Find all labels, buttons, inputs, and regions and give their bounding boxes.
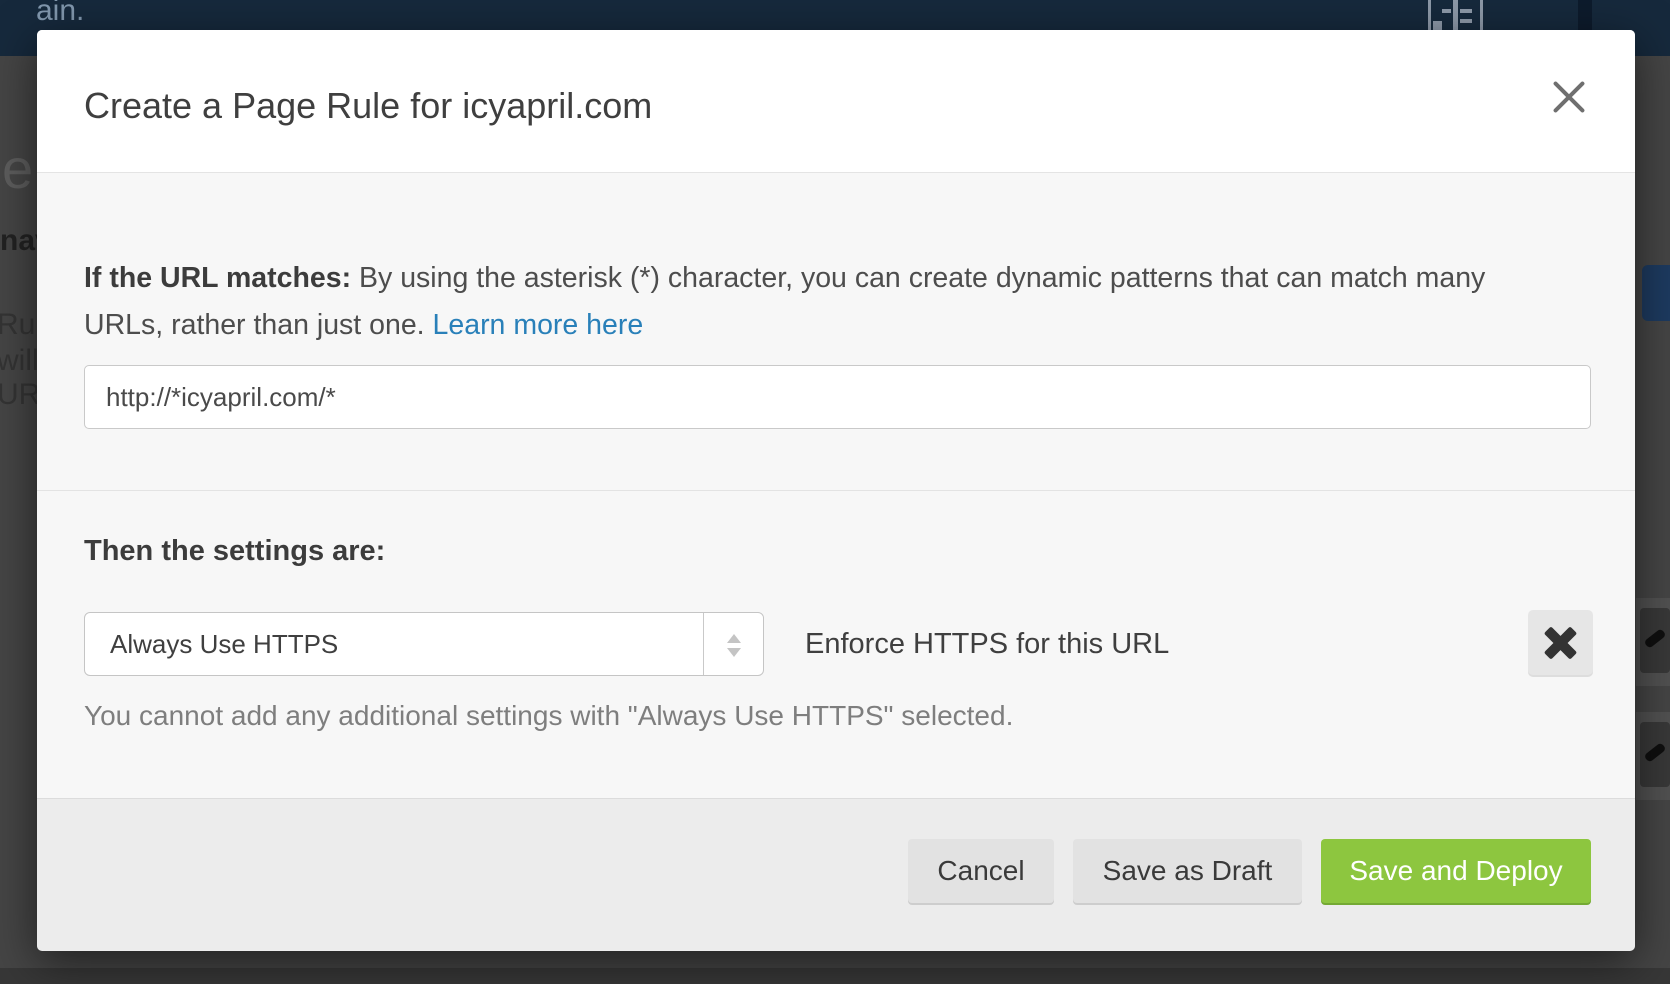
chevron-up-icon [727, 634, 741, 643]
settings-heading: Then the settings are: [84, 535, 385, 568]
save-and-deploy-button[interactable]: Save and Deploy [1321, 839, 1591, 903]
url-match-description: If the URL matches: By using the asteris… [84, 255, 1514, 349]
background-text-fragment: Ru [0, 308, 35, 342]
background-blue-button-fragment [1642, 265, 1670, 321]
save-as-draft-button[interactable]: Save as Draft [1073, 839, 1302, 903]
setting-description: Enforce HTTPS for this URL [805, 612, 1169, 676]
delete-x-icon [1542, 624, 1579, 661]
background-row-fragment [1636, 598, 1670, 686]
background-text-fragment: UR [0, 378, 40, 412]
modal-footer: Cancel Save as Draft Save and Deploy [37, 798, 1635, 951]
learn-more-link[interactable]: Learn more here [433, 309, 644, 341]
setting-select-value: Always Use HTTPS [110, 613, 338, 675]
close-icon[interactable] [1551, 79, 1587, 115]
background-row-fragment [1636, 712, 1670, 800]
setting-select[interactable]: Always Use HTTPS [84, 612, 764, 676]
background-bottom-band [0, 968, 1670, 984]
select-spinner[interactable] [703, 613, 763, 675]
chevron-down-icon [727, 648, 741, 657]
setting-helper-text: You cannot add any additional settings w… [84, 700, 1013, 732]
section-divider [37, 490, 1635, 491]
url-match-label: If the URL matches: [84, 262, 351, 294]
background-text-fragment: will [0, 344, 39, 378]
url-pattern-input[interactable] [84, 365, 1591, 429]
background-nav-fragment [1578, 0, 1592, 30]
background-text-fragment: e [2, 136, 33, 201]
screen: ain. e nav Ru will UR Create a Page Rule… [0, 0, 1670, 984]
remove-setting-button[interactable] [1528, 610, 1593, 675]
cancel-button[interactable]: Cancel [908, 839, 1054, 903]
modal-header: Create a Page Rule for icyapril.com [37, 30, 1635, 173]
modal-title: Create a Page Rule for icyapril.com [84, 85, 652, 127]
footer-button-row: Cancel Save as Draft Save and Deploy [908, 839, 1591, 903]
create-page-rule-modal: Create a Page Rule for icyapril.com If t… [37, 30, 1635, 950]
background-domain-text: ain. [36, 0, 84, 28]
